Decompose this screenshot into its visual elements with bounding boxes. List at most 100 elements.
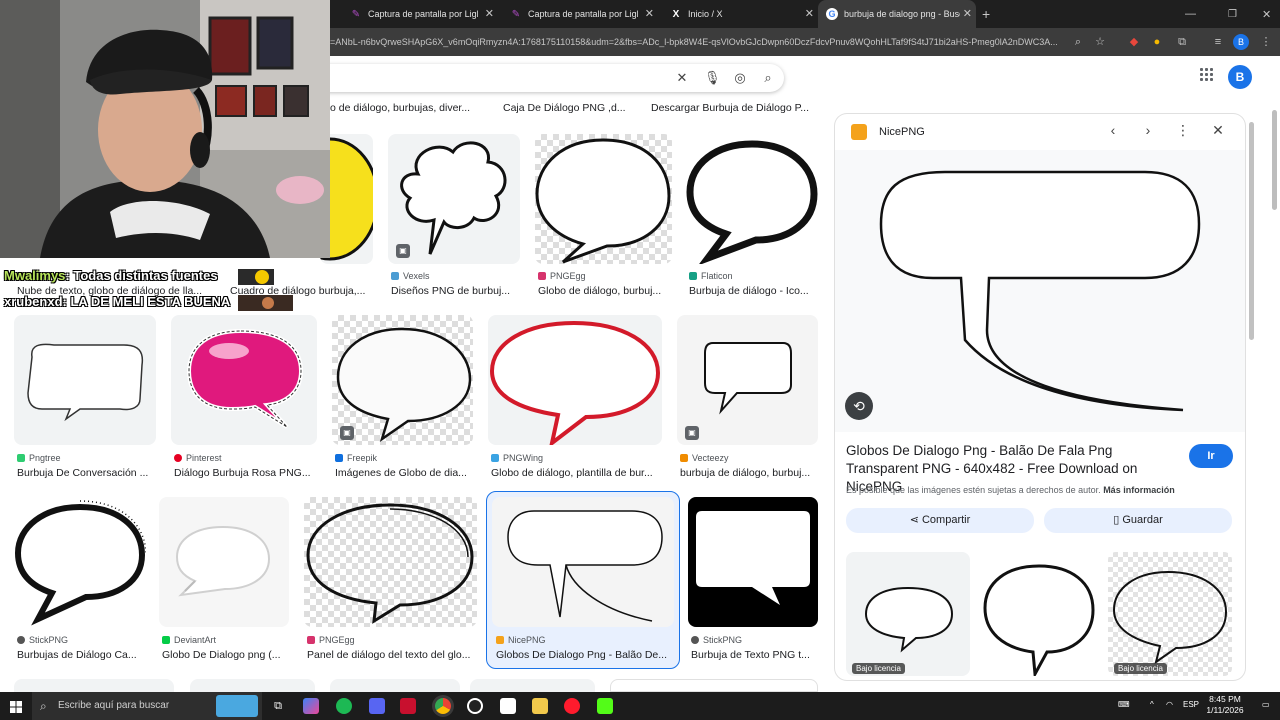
preview-site-name[interactable]: NicePNG (879, 124, 925, 140)
more-menu-icon[interactable]: ⋮ (1258, 34, 1274, 50)
notification-icon[interactable]: ▭ (1262, 700, 1270, 709)
discord-icon[interactable] (369, 698, 385, 714)
search-icon: ⌕ (40, 699, 47, 713)
lens-icon[interactable]: ◎ (732, 70, 748, 86)
apps-grid-icon[interactable] (1200, 68, 1216, 84)
image-result-selected[interactable]: NicePNG Globos De Dialogo Png - Balão De… (486, 491, 680, 669)
image-result[interactable]: Flaticon Burbuja de diálogo - Ico... (686, 134, 818, 299)
share-button[interactable]: ⋖ Compartir (846, 508, 1034, 533)
image-result[interactable]: ▣ Vexels Diseños PNG de burbuj... (388, 134, 520, 299)
new-tab-button[interactable]: + (982, 0, 996, 28)
result-source: PNGEgg (307, 635, 355, 645)
capcut-icon[interactable] (500, 698, 516, 714)
close-icon[interactable]: ✕ (805, 7, 814, 20)
search-input[interactable]: ✕ 🎙 ◎ ⌕ (300, 64, 784, 92)
tab-x[interactable]: X Inicio / X ✕ (660, 0, 818, 28)
zoom-icon[interactable]: ⌕ (1070, 34, 1086, 50)
extension-color-icon[interactable]: ● (1149, 34, 1165, 50)
keyboard-icon[interactable]: ⌨ (1118, 700, 1130, 709)
bookmark-star-icon[interactable]: ☆ (1092, 34, 1108, 50)
visit-button[interactable]: Ir (1189, 444, 1233, 468)
image-badge-icon: ▣ (340, 426, 354, 440)
clear-icon[interactable]: ✕ (674, 70, 690, 86)
taskbar-search-input[interactable]: ⌕ Escribe aquí para buscar (32, 692, 262, 720)
tab-google-search[interactable]: G burbuja de dialogo png - Busca ✕ (818, 0, 976, 28)
window-close-icon[interactable]: ✕ (1262, 0, 1276, 28)
result-title[interactable]: Caja De Diálogo PNG ,d... (503, 102, 643, 114)
image-result[interactable] (610, 679, 818, 692)
related-image[interactable] (977, 552, 1101, 676)
image-result[interactable]: Pngtree Burbuja De Conversación ... (14, 315, 156, 481)
copilot-icon[interactable] (303, 698, 319, 714)
result-thumbnail (14, 497, 146, 627)
related-image[interactable]: Bajo licencia (846, 552, 970, 676)
chevron-left-icon[interactable]: ‹ (1103, 122, 1123, 138)
result-thumbnail (171, 315, 317, 445)
image-result[interactable] (330, 679, 460, 692)
chat-username: Mwalimys (4, 268, 66, 283)
result-source: Pngtree (17, 453, 61, 463)
account-avatar[interactable]: B (1228, 65, 1252, 89)
image-result[interactable]: PNGWing Globo de diálogo, plantilla de b… (488, 315, 662, 481)
url-field[interactable]: =ANbL-n6bvQrweSHApG6X_v6mOqiRmyzn4A:1768… (330, 28, 1065, 56)
obs-icon[interactable] (467, 698, 483, 714)
image-result[interactable]: ▣ Vecteezy burbuja de diálogo, burbuj... (677, 315, 818, 481)
search-icon[interactable]: ⌕ (760, 70, 776, 86)
license-badge: Bajo licencia (1114, 663, 1167, 674)
wifi-icon[interactable]: ◠ (1166, 700, 1173, 709)
result-title: Globos De Dialogo Png - Balão De... (496, 649, 668, 661)
chevron-right-icon[interactable]: › (1138, 122, 1158, 138)
tab-lightshot-2[interactable]: ✎ Captura de pantalla por Lightsh ✕ (500, 0, 658, 28)
puzzle-icon[interactable]: ⧉ (1174, 34, 1190, 50)
page-scrollbar[interactable] (1272, 110, 1277, 210)
more-info-link[interactable]: Más información (1103, 485, 1175, 495)
lens-search-icon[interactable]: ⟲ (845, 392, 873, 420)
image-result[interactable]: PNGEgg Globo de diálogo, burbuj... (535, 134, 672, 299)
opera-icon[interactable] (564, 698, 580, 714)
file-explorer-icon[interactable] (532, 698, 548, 714)
close-icon[interactable]: ✕ (1208, 122, 1228, 139)
chevron-up-icon[interactable]: ^ (1150, 700, 1154, 709)
close-icon[interactable]: ✕ (485, 7, 494, 20)
vecteezy-icon (680, 454, 688, 462)
image-result[interactable] (190, 679, 315, 692)
close-icon[interactable]: ✕ (963, 7, 972, 20)
keyboard-language[interactable]: ESP (1183, 700, 1199, 709)
chat-message: xrubenxd: LA DE MELI ESTA BUENA (4, 294, 230, 309)
image-result[interactable]: DeviantArt Globo De Dialogo png (... (159, 497, 289, 663)
taskbar-clock[interactable]: 8:45 PM 1/11/2026 (1200, 694, 1250, 716)
result-source: Pinterest (174, 453, 222, 463)
image-result[interactable]: ▣ Freepik Imágenes de Globo de dia... (332, 315, 473, 481)
image-result[interactable]: StickPNG Burbuja de Texto PNG t... (688, 497, 818, 663)
save-button[interactable]: ▯ Guardar (1044, 508, 1232, 533)
image-result[interactable] (470, 679, 595, 692)
result-title[interactable]: o de diálogo, burbujas, diver... (330, 102, 490, 114)
panel-scrollbar[interactable] (1249, 122, 1254, 340)
app-icon[interactable] (400, 698, 416, 714)
task-view-icon[interactable]: ⧉ (270, 698, 286, 714)
extension-icon[interactable]: ◆ (1126, 34, 1142, 50)
spotify-icon[interactable] (336, 698, 352, 714)
chrome-icon[interactable] (435, 698, 451, 714)
result-title: Panel de diálogo del texto del glo... (307, 649, 471, 661)
result-title: Imágenes de Globo de dia... (335, 467, 467, 479)
image-result[interactable]: PNGEgg Panel de diálogo del texto del gl… (304, 497, 477, 663)
mic-icon[interactable]: 🎙 (704, 70, 721, 86)
image-result[interactable]: Pinterest Diálogo Burbuja Rosa PNG... (171, 315, 317, 481)
media-icon[interactable]: ≡ (1210, 34, 1226, 50)
profile-avatar[interactable]: B (1233, 34, 1249, 50)
image-result[interactable]: StickPNG Burbujas de Diálogo Ca... (14, 497, 146, 663)
tab-lightshot-1[interactable]: ✎ Captura de pantalla por Lightsh ✕ (340, 0, 498, 28)
result-title[interactable]: Descargar Burbuja de Diálogo P... (651, 102, 821, 114)
close-icon[interactable]: ✕ (645, 7, 654, 20)
preview-image[interactable] (835, 150, 1245, 432)
kick-icon[interactable] (597, 698, 613, 714)
related-image[interactable]: Bajo licencia (1108, 552, 1232, 676)
maximize-icon[interactable]: ❐ (1228, 0, 1242, 28)
result-source: PNGWing (491, 453, 543, 463)
more-vert-icon[interactable]: ⋮ (1173, 122, 1193, 139)
minimize-icon[interactable]: — (1185, 0, 1199, 28)
image-result[interactable] (14, 679, 174, 692)
result-thumbnail: ▣ (332, 315, 473, 445)
windows-start-icon[interactable] (10, 700, 22, 713)
